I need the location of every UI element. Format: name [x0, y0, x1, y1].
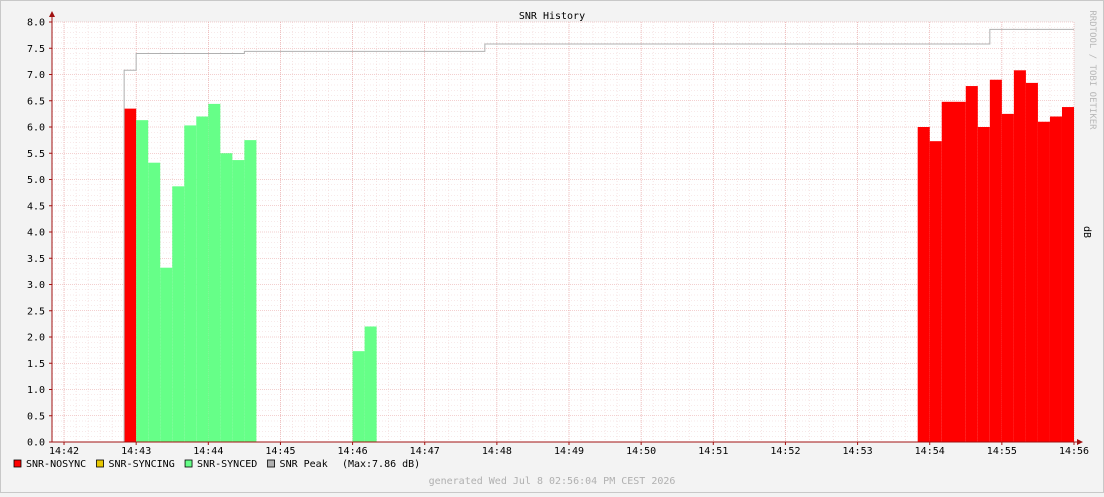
- y-tick-label: 7.5: [27, 44, 45, 55]
- x-tick-label: 14:43: [121, 446, 151, 457]
- bar-snr-synced: [232, 160, 245, 442]
- bar-snr-synced: [352, 351, 365, 442]
- y-axis-label: dB: [1081, 226, 1092, 238]
- bar-snr-nosync: [1001, 113, 1014, 442]
- y-tick-label: 2.0: [27, 333, 45, 344]
- bar-snr-synced: [220, 153, 233, 442]
- legend-label-snr-nosync: SNR-NOSYNC: [26, 459, 86, 470]
- x-tick-label: 14:55: [987, 446, 1017, 457]
- bar-snr-synced: [148, 162, 161, 442]
- legend-swatch-snr-syncing: [96, 459, 104, 468]
- legend-peak-max: (Max:7.86 dB): [342, 459, 420, 470]
- x-tick-label: 14:48: [482, 446, 512, 457]
- rrd-graph: 0.0 0.5 1.0 1.5 2.0 2.5 3.0 3.5 4.0 4.5 5.0 5.5 6.0 6…: [0, 0, 1104, 493]
- y-tick-label: 4.5: [27, 201, 45, 212]
- legend-swatch-snr-synced: [184, 459, 193, 468]
- legend-swatch-snr-nosync: [13, 459, 22, 468]
- y-tick-label: 5.0: [27, 175, 45, 186]
- watermark: RRDTOOL / TOBI OETIKER: [1087, 10, 1097, 130]
- bar-snr-synced: [184, 125, 197, 443]
- bar-snr-nosync: [929, 141, 942, 443]
- y-tick-label: 0.5: [27, 411, 45, 422]
- bar-snr-synced: [364, 326, 377, 442]
- bar-snr-synced: [136, 120, 149, 443]
- y-tick-label: 3.0: [27, 280, 45, 291]
- bar-snr-synced: [196, 116, 209, 442]
- y-axis-arrow: [49, 11, 55, 17]
- x-tick-label: 14:56: [1059, 446, 1089, 457]
- x-tick-label: 14:50: [626, 446, 656, 457]
- y-tick-label: 6.5: [27, 96, 45, 107]
- snr-history-chart: 0.0 0.5 1.0 1.5 2.0 2.5 3.0 3.5 4.0 4.5 5.0 5.5 6.0 6…: [0, 0, 1104, 493]
- x-tick-label: 14:42: [49, 446, 79, 457]
- x-tick-label: 14:54: [915, 446, 945, 457]
- x-tick-label: 14:49: [554, 446, 584, 457]
- chart-title: SNR History: [519, 11, 585, 22]
- y-tick-label: 0.0: [27, 438, 45, 449]
- x-tick-label: 14:53: [843, 446, 873, 457]
- bar-snr-nosync: [917, 127, 930, 442]
- bar-snr-synced: [172, 186, 185, 442]
- bar-snr-nosync: [989, 79, 1002, 442]
- y-tick-label: 8.0: [27, 18, 45, 29]
- x-tick-label: 14:45: [265, 446, 295, 457]
- bar-snr-nosync: [941, 101, 966, 443]
- y-tick-label: 2.5: [27, 306, 45, 317]
- bar-snr-nosync: [965, 86, 978, 443]
- legend-label-snr-peak: SNR Peak: [280, 459, 328, 470]
- y-tick-label: 6.0: [27, 123, 45, 134]
- bar-snr-synced: [244, 140, 257, 442]
- y-tick-label: 3.5: [27, 254, 45, 265]
- y-tick-label: 1.5: [27, 359, 45, 370]
- y-tick-label: 1.0: [27, 385, 45, 396]
- bar-snr-nosync: [1037, 121, 1050, 442]
- bar-snr-nosync: [1049, 116, 1062, 442]
- y-tick-label: 4.0: [27, 228, 45, 239]
- legend-label-snr-synced: SNR-SYNCED: [197, 459, 257, 470]
- bar-snr-nosync: [1061, 107, 1074, 443]
- x-tick-label: 14:44: [193, 446, 223, 457]
- x-tick-label: 14:52: [770, 446, 800, 457]
- bar-snr-nosync: [1025, 82, 1038, 443]
- bar-snr-synced: [160, 267, 173, 442]
- bar-snr-nosync: [977, 127, 990, 442]
- y-tick-label: 7.0: [27, 70, 45, 81]
- x-tick-label: 14:46: [338, 446, 368, 457]
- bar-snr-synced: [208, 103, 221, 443]
- legend-swatch-snr-peak: [267, 459, 275, 468]
- generated-footer: generated Wed Jul 8 02:56:04 PM CEST 202…: [429, 476, 676, 487]
- x-tick-label: 14:47: [410, 446, 440, 457]
- bar-snr-nosync: [1013, 70, 1026, 443]
- x-axis-arrow: [1077, 439, 1083, 445]
- y-tick-label: 5.5: [27, 149, 45, 160]
- bar-snr-nosync: [124, 108, 137, 442]
- x-tick-label: 14:51: [698, 446, 728, 457]
- legend-label-snr-syncing: SNR-SYNCING: [109, 459, 175, 470]
- legend: SNR-NOSYNC SNR-SYNCING SNR-SYNCED SNR Peak (…: [13, 459, 420, 470]
